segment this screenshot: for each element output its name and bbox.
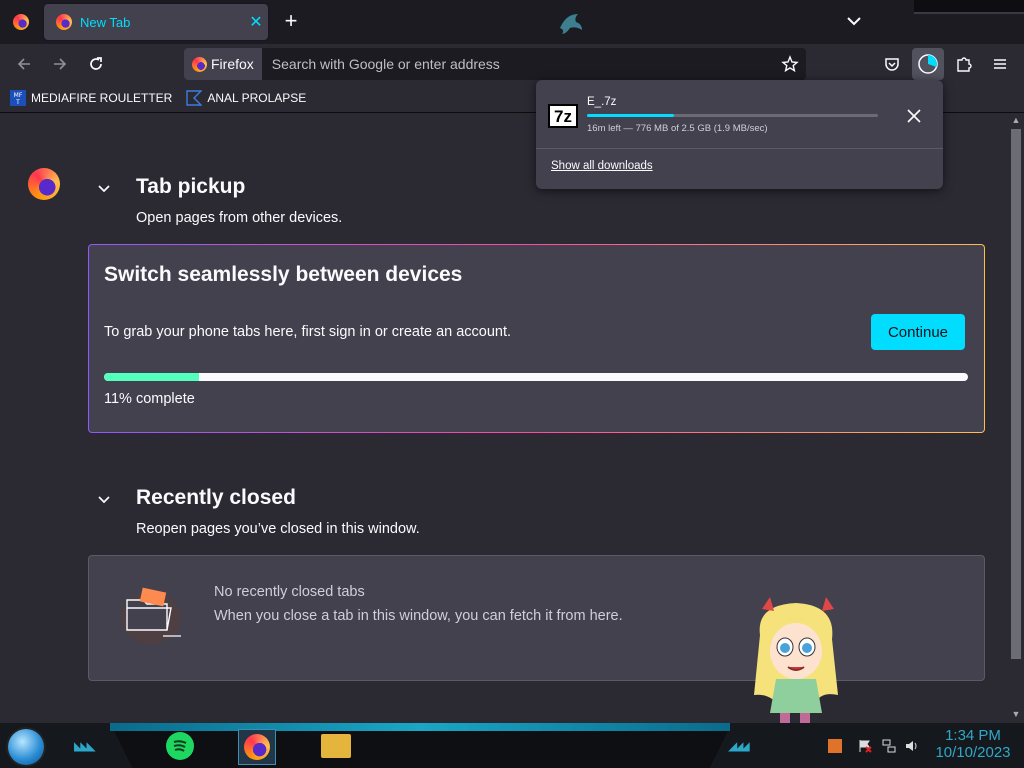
reload-icon <box>90 57 102 70</box>
section-subtitle: Reopen pages you’ve closed in this windo… <box>136 521 420 537</box>
titlebar-decoration <box>914 0 1024 14</box>
bookmark-flag-icon <box>186 90 203 106</box>
card-description: To grab your phone tabs here, first sign… <box>104 324 512 340</box>
svg-text:MF: MF <box>14 92 23 99</box>
spotify-icon <box>166 732 194 760</box>
close-tab-icon[interactable]: ✕ <box>244 12 268 32</box>
bookmark-second[interactable]: ANAL PROLAPSE <box>186 90 306 106</box>
7z-file-icon: 7z <box>548 104 578 128</box>
show-all-downloads-link[interactable]: Show all downloads <box>551 160 653 172</box>
download-file-name[interactable]: E_.7z <box>587 96 616 108</box>
address-input[interactable]: Search with Google or enter address <box>272 56 774 72</box>
forward-button[interactable] <box>46 50 74 78</box>
sync-setup-card: Switch seamlessly between devices To gra… <box>88 244 985 433</box>
menu-button[interactable] <box>986 50 1014 78</box>
identity-box[interactable]: Firefox <box>184 48 262 80</box>
section-title-recently-closed: Recently closed <box>136 486 296 509</box>
tab-new-tab[interactable]: New Tab ✕ <box>44 4 268 40</box>
bookmark-label: ANAL PROLAPSE <box>207 91 307 105</box>
setup-progress-fill <box>104 373 200 381</box>
identity-label: Firefox <box>211 56 254 72</box>
taskbar-band <box>114 731 728 768</box>
tab-title: New Tab <box>80 14 131 30</box>
chevron-down-icon[interactable] <box>95 179 113 197</box>
clock-date: 10/10/2023 <box>935 744 1011 761</box>
bookmark-label: MEDIAFIRE ROULETTER <box>31 91 173 105</box>
address-bar[interactable]: Firefox Search with Google or enter addr… <box>184 48 806 80</box>
cartoon-character-sticker <box>754 597 838 723</box>
svg-text:T: T <box>15 99 20 106</box>
volume-icon[interactable] <box>905 739 919 753</box>
bookmark-mediafire[interactable]: MF T MEDIAFIRE ROULETTER <box>10 90 172 106</box>
empty-description: When you close a tab in this window, you… <box>214 608 623 624</box>
panel-divider <box>536 148 943 149</box>
taskbar-decoration-icon: ◣◣◣ <box>74 739 96 753</box>
flag-alert-icon[interactable] <box>858 739 872 753</box>
download-status: 16m left — 776 MB of 2.5 GB (1.9 MB/sec) <box>587 123 768 134</box>
back-button[interactable] <box>10 50 38 78</box>
puzzle-piece-icon <box>957 57 972 72</box>
system-clock[interactable]: 1:34 PM 10/10/2023 <box>930 727 1016 761</box>
cancel-download-icon[interactable] <box>902 104 926 128</box>
taskbar-decoration-icon: ◢◢◢ <box>728 739 750 753</box>
star-icon <box>781 55 799 73</box>
empty-folder-icon <box>121 587 181 644</box>
card-title: Switch seamlessly between devices <box>104 263 463 286</box>
taskbar-app-spotify[interactable] <box>162 729 198 763</box>
empty-title: No recently closed tabs <box>214 584 365 600</box>
hamburger-menu-icon <box>994 59 1006 69</box>
firefox-icon <box>192 56 207 72</box>
scroll-down-icon[interactable]: ▼ <box>1011 709 1021 721</box>
arrow-left-icon <box>17 58 30 70</box>
start-button[interactable] <box>8 729 44 765</box>
taskbar: ◣◣◣ ◢◢◢ 1:34 PM 10/10/2023 <box>0 723 1024 768</box>
setup-progress-bar <box>104 373 968 381</box>
firefox-view-page: Tab pickup Open pages from other devices… <box>0 113 1008 723</box>
reload-button[interactable] <box>82 50 110 78</box>
vertical-scrollbar[interactable]: ▲ ▼ <box>1008 113 1024 723</box>
navigation-toolbar: Firefox Search with Google or enter addr… <box>0 44 1024 84</box>
pinned-tab[interactable] <box>6 7 36 37</box>
pocket-icon <box>885 58 899 71</box>
section-title-tab-pickup: Tab pickup <box>136 175 246 198</box>
download-progress-fill <box>587 114 675 117</box>
continue-button[interactable]: Continue <box>871 314 965 350</box>
pocket-button[interactable] <box>878 50 906 78</box>
scroll-up-icon[interactable]: ▲ <box>1011 115 1021 127</box>
progress-label: 11% complete <box>104 391 195 407</box>
chevron-down-icon[interactable] <box>95 490 113 508</box>
scroll-thumb[interactable] <box>1011 129 1021 659</box>
taskbar-accent-strip <box>110 723 730 731</box>
bookmark-star-button[interactable] <box>774 55 806 73</box>
firefox-icon <box>244 734 270 760</box>
section-subtitle: Open pages from other devices. <box>136 210 343 226</box>
download-progress-icon <box>918 54 938 74</box>
new-tab-button[interactable]: + <box>278 8 304 36</box>
taskbar-app-firefox[interactable] <box>238 729 276 765</box>
tab-strip: New Tab ✕ + <box>0 0 1024 44</box>
download-progress-bar <box>587 114 878 117</box>
clock-time: 1:34 PM <box>945 727 1001 744</box>
dolphin-decoration-icon <box>560 14 582 34</box>
firefox-logo-icon <box>28 168 60 200</box>
arrow-right-icon <box>54 58 67 70</box>
taskbar-app-file-explorer[interactable] <box>318 729 354 763</box>
extensions-button[interactable] <box>950 50 978 78</box>
folder-icon <box>321 734 351 758</box>
firefox-icon <box>56 14 72 30</box>
tray-app-icon[interactable] <box>828 739 842 753</box>
firefox-icon <box>13 14 29 30</box>
downloads-panel: 7z E_.7z 16m left — 776 MB of 2.5 GB (1.… <box>536 80 943 189</box>
network-icon[interactable] <box>882 739 896 753</box>
downloads-button[interactable] <box>912 48 944 80</box>
mediafire-icon: MFT <box>10 90 26 106</box>
chevron-down-icon[interactable] <box>842 8 866 36</box>
